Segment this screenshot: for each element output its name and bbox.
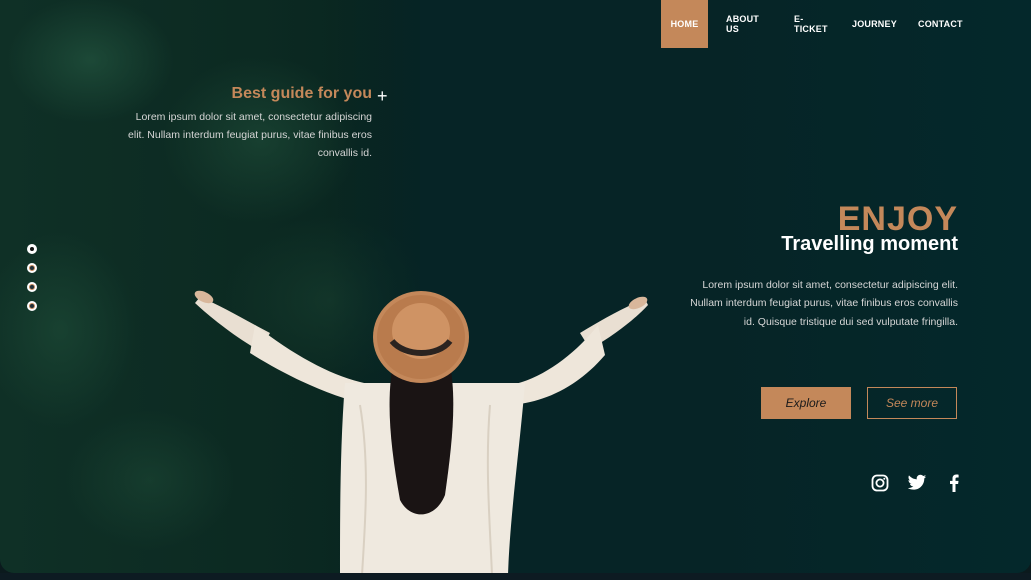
- instagram-icon[interactable]: [871, 474, 889, 497]
- facebook-icon[interactable]: [949, 474, 959, 497]
- twitter-icon[interactable]: [907, 474, 927, 497]
- slider-indicators: [27, 244, 37, 320]
- see-more-button[interactable]: See more: [867, 387, 957, 419]
- nav-e-ticket[interactable]: E-TICKET: [794, 0, 828, 48]
- slider-dot[interactable]: [27, 263, 37, 273]
- intro-text: Lorem ipsum dolor sit amet, consectetur …: [128, 111, 372, 159]
- nav-contact[interactable]: CONTACT: [918, 0, 963, 48]
- slider-dot[interactable]: [27, 244, 37, 254]
- nav-about-us[interactable]: ABOUT US: [726, 0, 759, 48]
- main-nav: HOME ABOUT US E-TICKET JOURNEY CONTACT: [661, 0, 963, 48]
- nav-journey[interactable]: JOURNEY: [852, 0, 897, 48]
- explore-button[interactable]: Explore: [761, 387, 851, 419]
- nav-home[interactable]: HOME: [661, 0, 708, 48]
- slider-dot[interactable]: [27, 282, 37, 292]
- hero-subheadline: Travelling moment: [781, 233, 958, 255]
- slider-dot[interactable]: [27, 301, 37, 311]
- page: HOME ABOUT US E-TICKET JOURNEY CONTACT B…: [0, 0, 1031, 573]
- plus-icon[interactable]: +: [377, 85, 388, 107]
- hero-image-woman: [194, 290, 648, 573]
- hero-text: Lorem ipsum dolor sit amet, consectetur …: [690, 279, 958, 328]
- intro-title: Best guide for you: [231, 85, 372, 102]
